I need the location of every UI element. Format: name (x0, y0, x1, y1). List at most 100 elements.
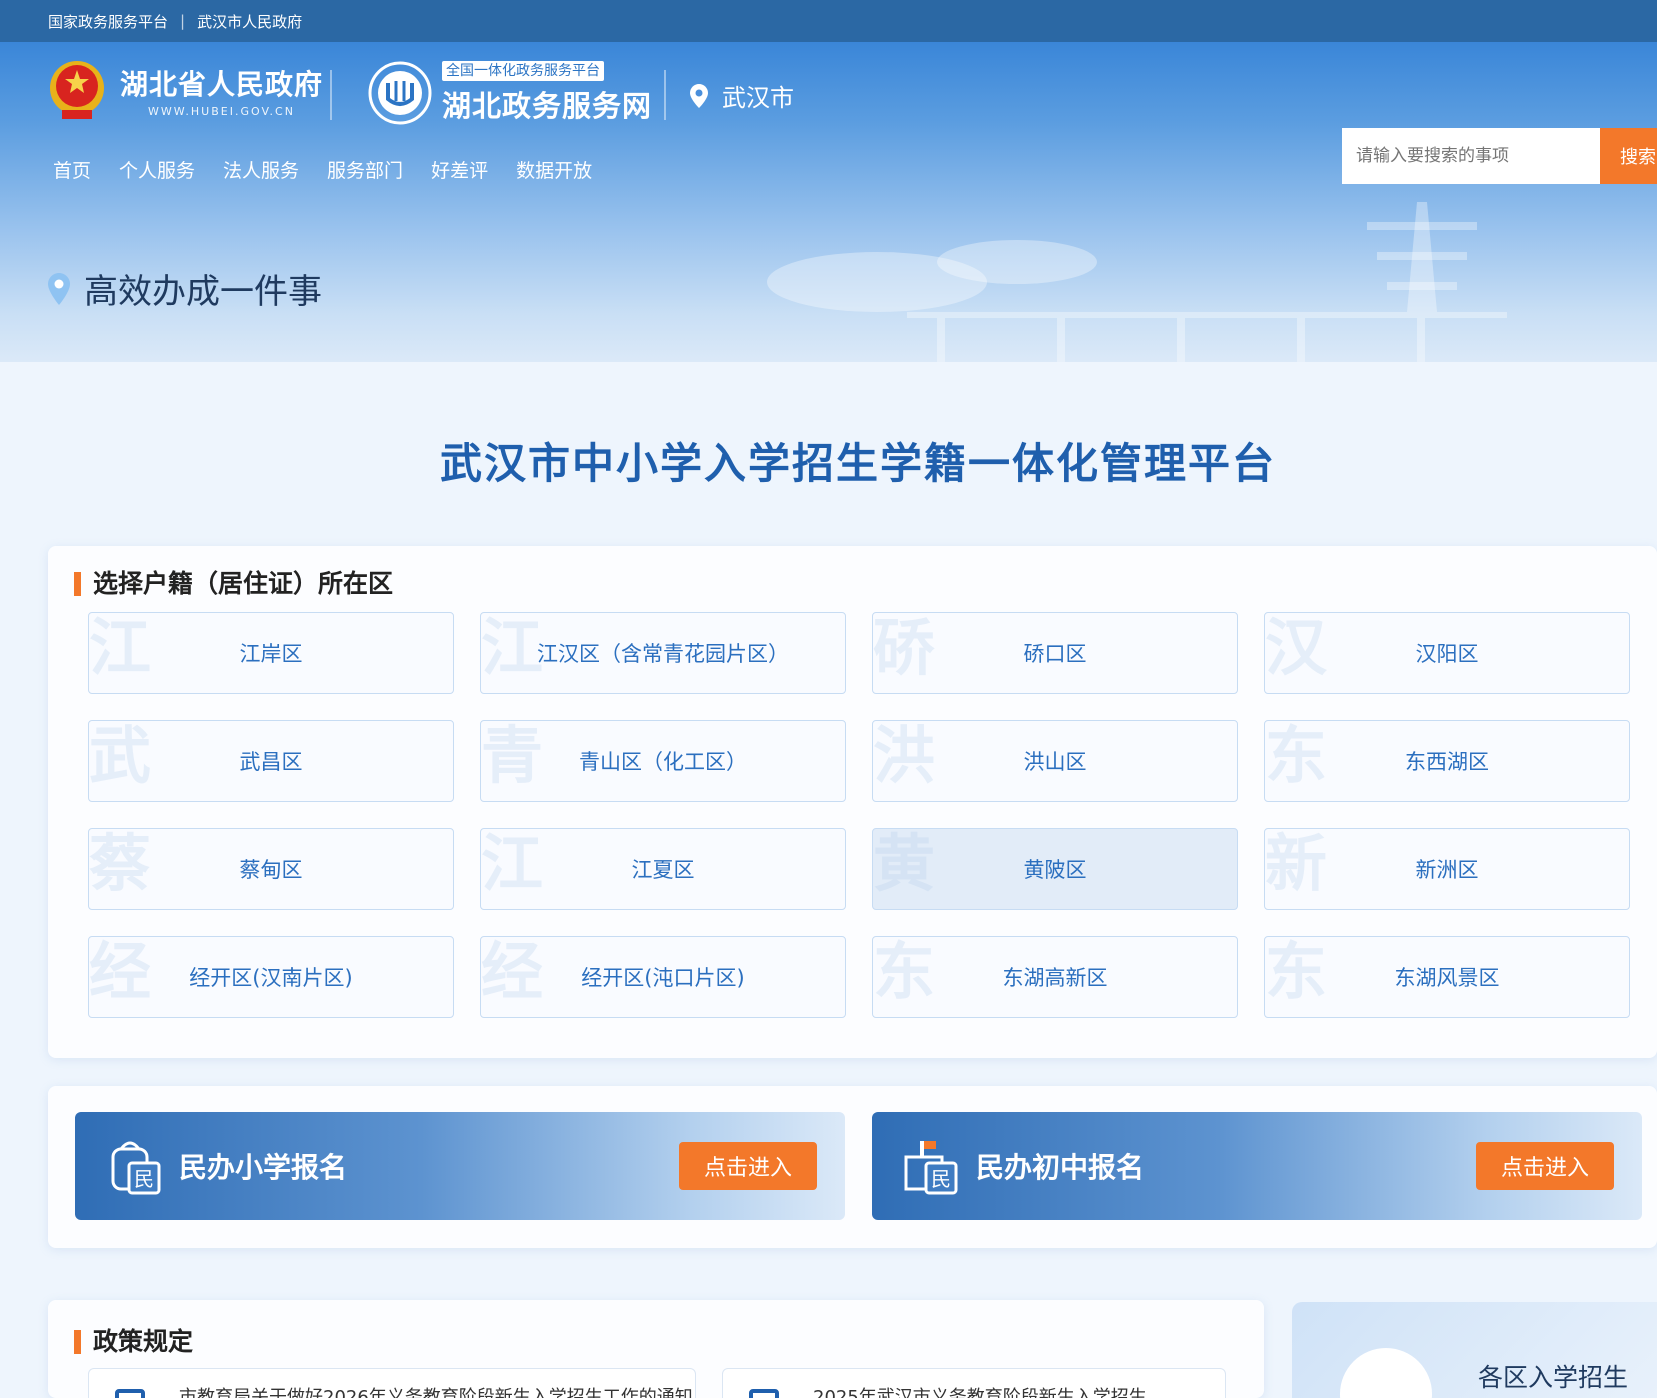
nav-departments[interactable]: 服务部门 (327, 156, 403, 183)
district-button[interactable]: 经 经开区(沌口片区) (480, 936, 846, 1018)
service-platform-seal-icon (368, 61, 432, 124)
hubei-zwfw-logo[interactable]: 全国一体化政务服务平台 湖北政务服务网 (368, 60, 652, 125)
nav-home[interactable]: 首页 (53, 156, 91, 183)
link-national-platform[interactable]: 国家政务服务平台 (48, 11, 168, 32)
nav-rating[interactable]: 好差评 (431, 156, 488, 183)
district-label: 江汉区（含常青花园片区） (537, 642, 789, 666)
district-watermark: 黄 (873, 828, 936, 900)
district-watermark: 新 (1265, 828, 1328, 900)
search-button[interactable]: 搜索 (1600, 128, 1657, 184)
broadcast-icon (1340, 1348, 1432, 1398)
district-watermark: 经 (481, 936, 544, 1008)
location-selector[interactable]: 武汉市 (690, 78, 794, 113)
platform-name: 湖北政务服务网 (442, 89, 653, 123)
enter-button[interactable]: 点击进入 (679, 1142, 817, 1190)
national-emblem-icon (50, 61, 104, 119)
district-button[interactable]: 汉 汉阳区 (1264, 612, 1630, 694)
school-building-icon: 民 (904, 1141, 958, 1195)
district-watermark: 江 (481, 612, 544, 684)
private-primary-enroll-banner[interactable]: 民 民办小学报名 点击进入 (75, 1112, 845, 1220)
district-label: 江岸区 (239, 642, 303, 666)
district-section-title: 选择户籍（居住证）所在区 (74, 571, 393, 596)
location-city: 武汉市 (722, 84, 794, 112)
district-label: 东湖高新区 (1002, 966, 1108, 990)
district-watermark: 东 (1265, 720, 1328, 792)
search-input[interactable] (1342, 128, 1600, 184)
district-watermark: 江 (481, 828, 544, 900)
district-enroll-title: 各区入学招生 (1478, 1363, 1629, 1392)
district-button[interactable]: 经 经开区(汉南片区) (88, 936, 454, 1018)
district-label: 东湖风景区 (1394, 966, 1500, 990)
district-button[interactable]: 洪 洪山区 (872, 720, 1238, 802)
district-label: 硚口区 (1023, 642, 1087, 666)
skyline-illustration (767, 202, 1507, 362)
page-title: 高效办成一件事 (84, 272, 322, 312)
platform-badge: 全国一体化政务服务平台 (442, 61, 604, 81)
main-title: 武汉市中小学入学招生学籍一体化管理平台 (439, 439, 1276, 488)
search-bar: 搜索 (1342, 128, 1657, 184)
page-title-block: 高效办成一件事 (48, 264, 322, 313)
district-label: 江夏区 (631, 858, 695, 882)
nav-open-data[interactable]: 数据开放 (516, 156, 592, 183)
district-watermark: 汉 (1265, 612, 1328, 684)
district-button[interactable]: 东 东湖风景区 (1264, 936, 1630, 1018)
policy-item-title: 市教育局关于做好2026年义务教育阶段新生入学招生工作的通知 (179, 1387, 693, 1398)
district-button[interactable]: 青 青山区（化工区） (480, 720, 846, 802)
district-label: 经开区(沌口片区) (581, 966, 745, 990)
district-button[interactable]: 江江汉区（含常青花园片区） (480, 612, 846, 694)
district-button[interactable]: 新 新洲区 (1264, 828, 1630, 910)
policy-item[interactable]: 市教育局关于做好2026年义务教育阶段新生入学招生工作的通知 (88, 1368, 696, 1398)
district-button[interactable]: 江 江夏区 (480, 828, 846, 910)
district-watermark: 洪 (873, 720, 936, 792)
top-bar: 国家政务服务平台 | 武汉市人民政府 (0, 0, 1657, 42)
district-button[interactable]: 蔡 蔡甸区 (88, 828, 454, 910)
header-divider (664, 70, 666, 120)
policy-item[interactable]: 2025年武汉市义务教育阶段新生入学招生 (722, 1368, 1226, 1398)
district-button[interactable]: 黄 黄陂区 (872, 828, 1238, 910)
document-icon (749, 1389, 779, 1398)
icon-char: 民 (134, 1167, 154, 1191)
district-watermark: 江 (89, 612, 152, 684)
school-bag-icon: 民 (111, 1141, 161, 1195)
hubei-government-name: 湖北省人民政府 (120, 67, 324, 101)
enroll-name: 民办小学报名 (179, 1151, 348, 1184)
nav-legal-service[interactable]: 法人服务 (223, 156, 299, 183)
district-label: 蔡甸区 (239, 858, 303, 882)
district-watermark: 硚 (873, 612, 936, 684)
district-watermark: 青 (481, 720, 544, 792)
district-button[interactable]: 硚 硚口区 (872, 612, 1238, 694)
district-label: 武昌区 (239, 750, 303, 774)
policy-item-title: 2025年武汉市义务教育阶段新生入学招生 (813, 1387, 1147, 1398)
district-watermark: 经 (89, 936, 152, 1008)
district-button[interactable]: 武 武昌区 (88, 720, 454, 802)
district-label: 洪山区 (1023, 750, 1087, 774)
private-middle-enroll-banner[interactable]: 民 民办初中报名 点击进入 (872, 1112, 1642, 1220)
main-nav: 首页 个人服务 法人服务 服务部门 好差评 数据开放 (53, 156, 620, 183)
document-icon (115, 1389, 145, 1398)
district-button[interactable]: 江 江岸区 (88, 612, 454, 694)
district-label: 东西湖区 (1405, 750, 1489, 774)
header-banner: 湖北省人民政府 WWW.HUBEI.GOV.CN 全国一体化政务服务平台 湖北政… (0, 42, 1657, 362)
topbar-separator: | (180, 12, 186, 30)
nav-personal-service[interactable]: 个人服务 (119, 156, 195, 183)
district-label: 经开区(汉南片区) (189, 966, 353, 990)
district-watermark: 蔡 (89, 828, 152, 900)
location-pin-icon (690, 83, 708, 108)
hubei-government-logo[interactable]: 湖北省人民政府 WWW.HUBEI.GOV.CN (48, 58, 323, 122)
district-button[interactable]: 东 东西湖区 (1264, 720, 1630, 802)
district-label: 青山区（化工区） (579, 750, 747, 774)
district-watermark: 东 (1265, 936, 1328, 1008)
enter-button[interactable]: 点击进入 (1476, 1142, 1614, 1190)
district-watermark: 东 (873, 936, 936, 1008)
district-enroll-card[interactable]: 各区入学招生 (1292, 1302, 1657, 1398)
header-divider (330, 70, 332, 120)
enroll-name: 民办初中报名 (976, 1151, 1145, 1184)
policy-section-title: 政策规定 (74, 1329, 193, 1354)
hubei-government-url: WWW.HUBEI.GOV.CN (148, 104, 295, 118)
icon-char: 民 (931, 1167, 951, 1191)
district-watermark: 武 (89, 720, 152, 792)
district-label: 新洲区 (1415, 858, 1479, 882)
location-pin-icon (48, 272, 70, 305)
link-wuhan-government[interactable]: 武汉市人民政府 (197, 11, 302, 32)
district-button[interactable]: 东 东湖高新区 (872, 936, 1238, 1018)
